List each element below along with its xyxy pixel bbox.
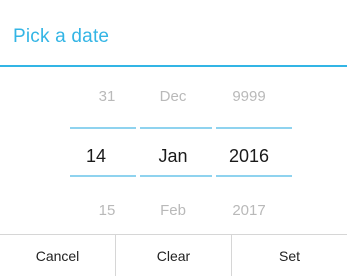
- date-picker-dialog: Pick a date 31 14 15 Dec Jan Feb 9999 20…: [0, 0, 347, 276]
- month-prev-value[interactable]: Dec: [139, 88, 207, 105]
- day-selection-bottom-line: [70, 175, 136, 177]
- month-selection-top-line: [140, 127, 212, 129]
- set-button[interactable]: Set: [231, 235, 347, 276]
- button-bar: Cancel Clear Set: [0, 234, 347, 276]
- day-next-value[interactable]: 15: [73, 202, 141, 219]
- day-prev-value[interactable]: 31: [73, 88, 141, 105]
- cancel-button[interactable]: Cancel: [0, 235, 115, 276]
- year-selection-top-line: [216, 127, 292, 129]
- year-selection-bottom-line: [216, 175, 292, 177]
- year-picker[interactable]: 9999 2016 2017: [215, 0, 283, 234]
- month-picker[interactable]: Dec Jan Feb: [139, 0, 207, 234]
- month-selection-bottom-line: [140, 175, 212, 177]
- year-prev-value[interactable]: 9999: [215, 88, 283, 105]
- month-current-value[interactable]: Jan: [139, 146, 207, 167]
- day-picker[interactable]: 31 14 15: [63, 0, 131, 234]
- year-next-value[interactable]: 2017: [215, 202, 283, 219]
- clear-button[interactable]: Clear: [115, 235, 231, 276]
- year-current-value[interactable]: 2016: [215, 146, 283, 167]
- month-next-value[interactable]: Feb: [139, 202, 207, 219]
- day-current-value[interactable]: 14: [62, 146, 130, 167]
- day-selection-top-line: [70, 127, 136, 129]
